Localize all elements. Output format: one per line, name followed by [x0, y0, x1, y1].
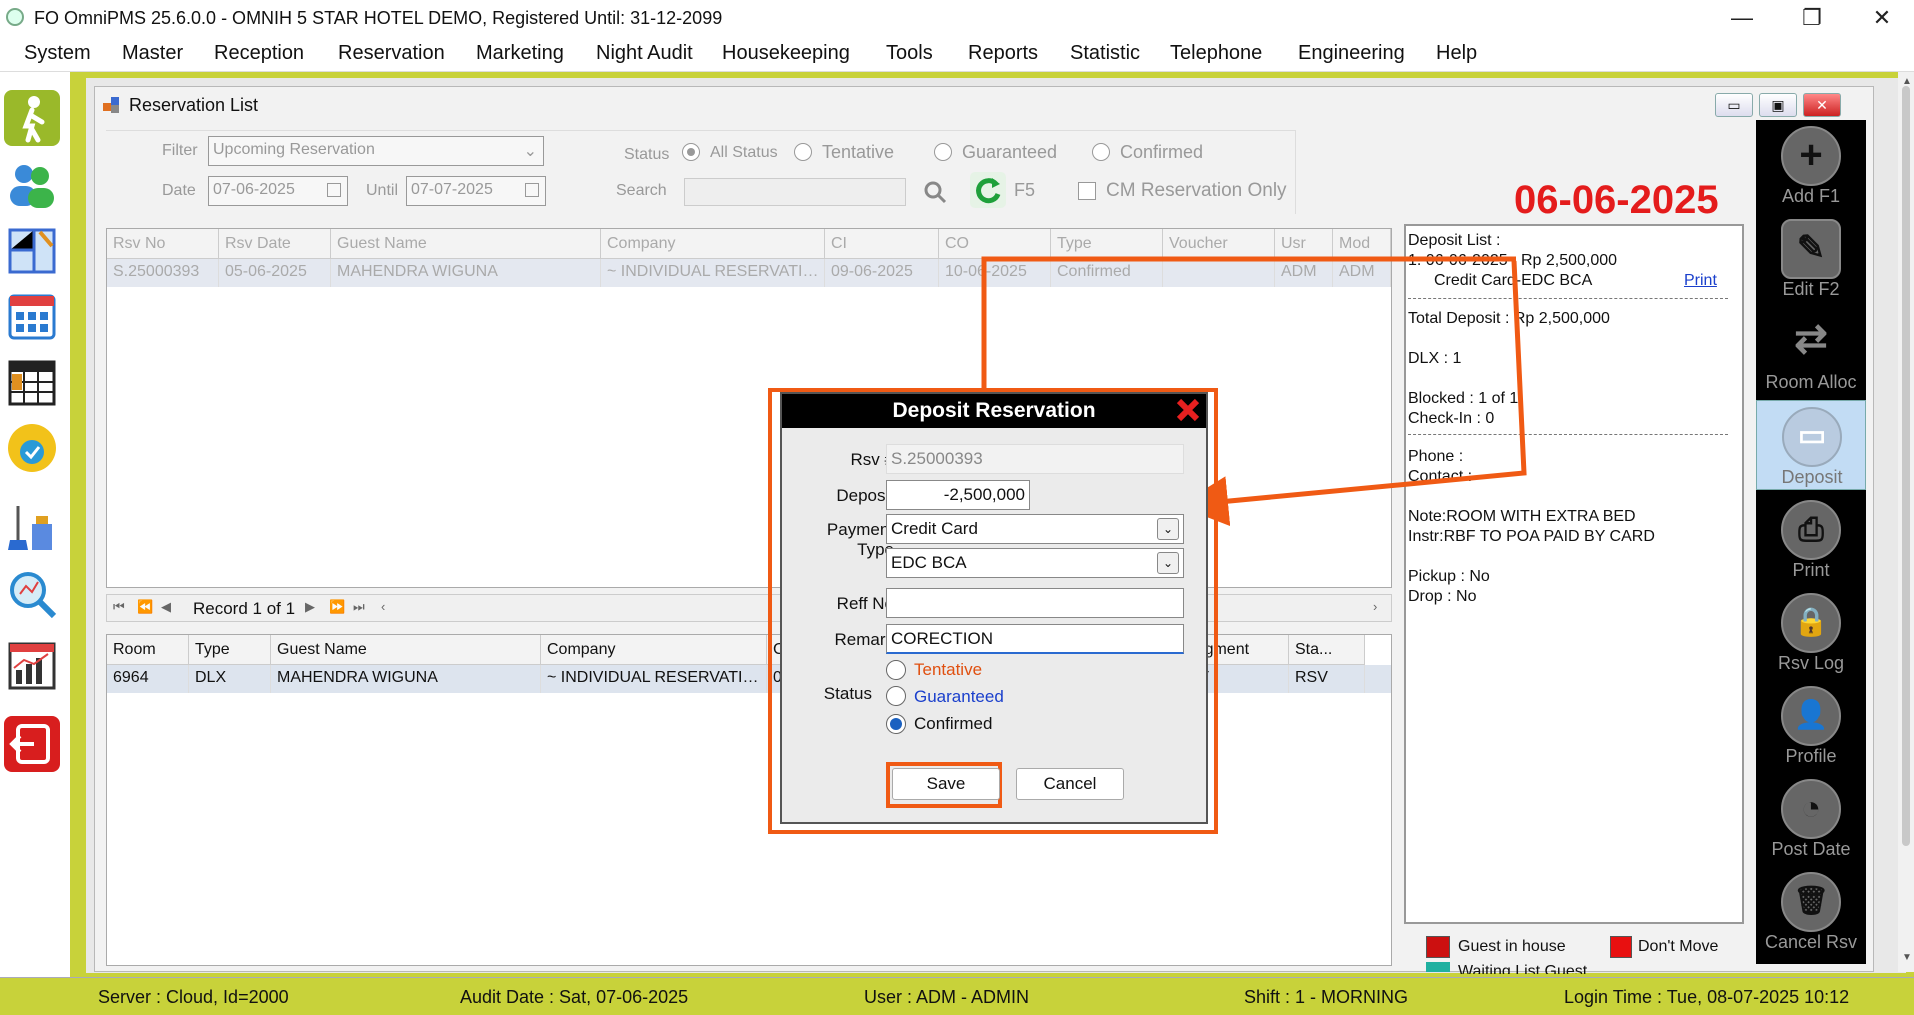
tentative-label: Tentative	[914, 660, 983, 679]
remark-input[interactable]: CORECTION	[886, 624, 1184, 654]
dialog-close-icon[interactable]	[1174, 396, 1202, 424]
rsv-number-field: S.25000393	[886, 444, 1184, 474]
rsv-label: Rsv #	[850, 450, 894, 469]
dialog-title: Deposit Reservation	[782, 394, 1206, 428]
reff-label: Reff No	[836, 594, 894, 613]
confirmed-label: Confirmed	[914, 714, 993, 733]
cancel-button[interactable]: Cancel	[1016, 768, 1124, 800]
chevron-down-icon: ⌄	[1157, 518, 1179, 540]
payment-label: Payment	[826, 520, 894, 539]
dialog-status-label: Status	[823, 684, 872, 703]
save-button[interactable]: Save	[892, 768, 1000, 800]
remark-label: Remark	[834, 630, 894, 649]
confirmed-radio[interactable]	[886, 714, 906, 734]
chevron-down-icon: ⌄	[1157, 552, 1179, 574]
deposit-reservation-dialog: Deposit Reservation Rsv # S.25000393 Dep…	[780, 392, 1208, 824]
payment-type-label: Type	[857, 540, 894, 559]
payment-type-select[interactable]: EDC BCA ⌄	[886, 548, 1184, 578]
deposit-label: Deposit	[836, 486, 894, 505]
tentative-radio[interactable]	[886, 660, 906, 680]
payment-method-select[interactable]: Credit Card ⌄	[886, 514, 1184, 544]
reff-no-input[interactable]	[886, 588, 1184, 618]
guaranteed-radio[interactable]	[886, 686, 906, 706]
guaranteed-label: Guaranteed	[914, 687, 1004, 706]
deposit-amount-input[interactable]: -2,500,000	[886, 480, 1030, 510]
